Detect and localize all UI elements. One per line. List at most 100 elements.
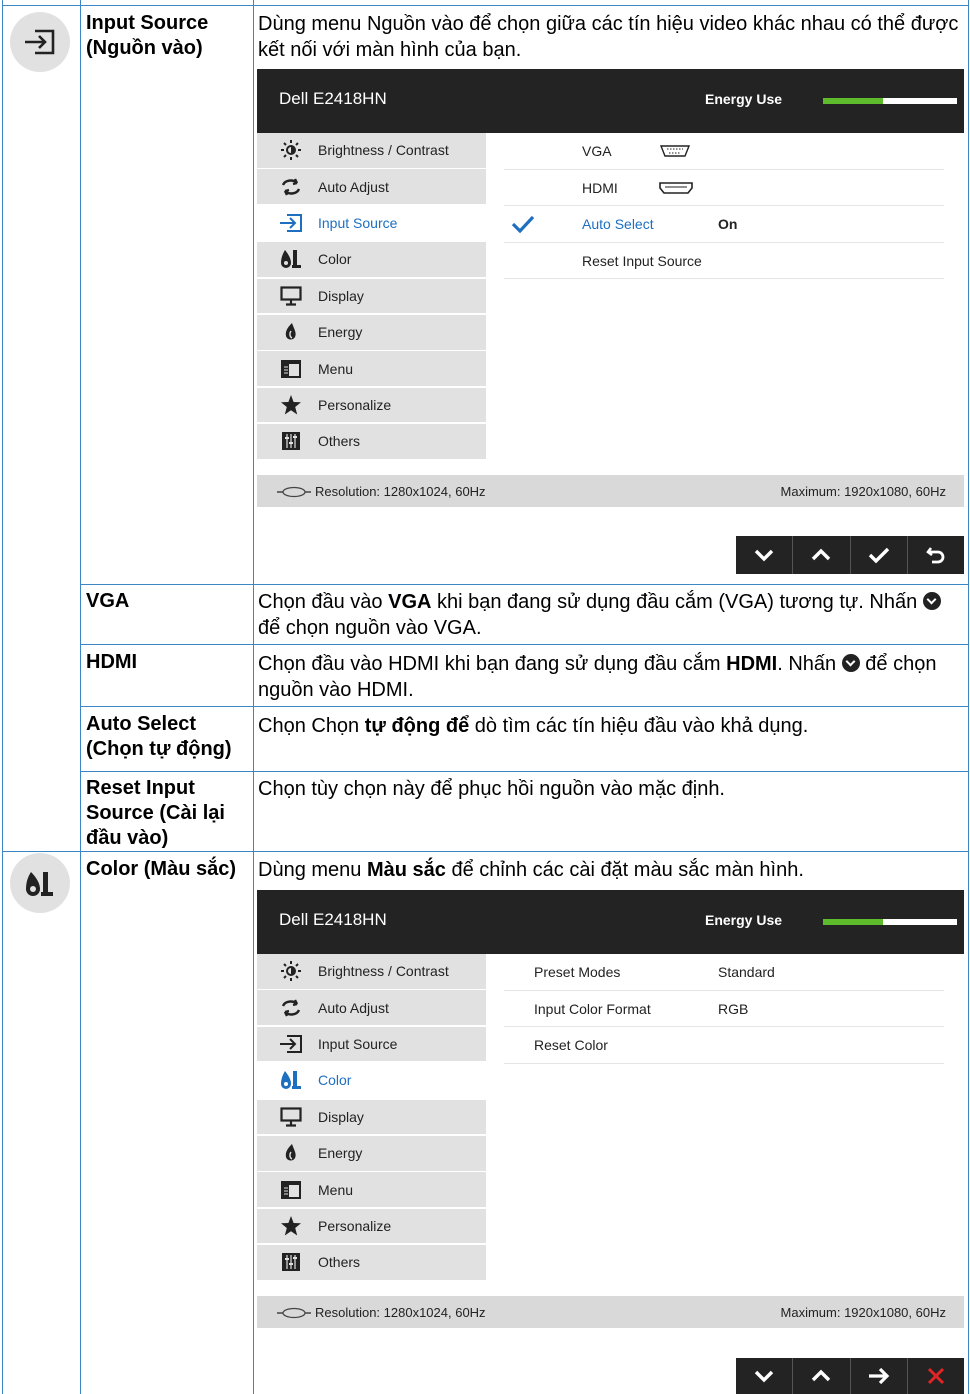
- menu-item-brightness-contrast[interactable]: Brightness / Contrast: [257, 954, 486, 989]
- text-bold: HDMI: [726, 653, 778, 675]
- input-source-icon: [10, 12, 70, 72]
- text: Dùng menu: [258, 859, 367, 881]
- menu-item-color[interactable]: Color: [257, 1063, 486, 1098]
- menu-item-energy[interactable]: Energy: [257, 1135, 486, 1171]
- auto-adjust-icon: [279, 176, 303, 198]
- text-bold: VGA: [388, 591, 432, 613]
- monitor-model: Dell E2418HN: [279, 910, 387, 929]
- table-border-right: [968, 0, 969, 1394]
- row-label-auto-select: Auto Select (Chọn tự động): [86, 713, 232, 760]
- ok-button[interactable]: [849, 536, 907, 574]
- table-border-col2: [253, 0, 254, 1394]
- menu-icon: [279, 358, 303, 380]
- energy-use-bar: [823, 919, 957, 925]
- menu-item-auto-adjust[interactable]: Auto Adjust: [257, 990, 486, 1025]
- menu-item-brightness-contrast[interactable]: Brightness / Contrast: [257, 133, 486, 168]
- star-icon: [279, 394, 303, 416]
- close-icon: [927, 1367, 944, 1385]
- submenu-item-hdmi[interactable]: HDMI: [504, 170, 944, 206]
- menu-item-others[interactable]: Others: [257, 1245, 486, 1280]
- color-icon: [10, 853, 70, 913]
- chevron-down-icon: [754, 549, 774, 562]
- energy-icon: [279, 321, 303, 343]
- maximum-resolution-text: Maximum: 1920x1080, 60Hz: [780, 484, 946, 499]
- resolution-text: Resolution: 1280x1024, 60Hz: [315, 484, 486, 499]
- osd-body: Brightness / Contrast Auto Adjust Input So…: [257, 954, 964, 1296]
- osd-header: Dell E2418HN Energy Use: [257, 890, 964, 954]
- text: khi bạn đang sử dụng đầu cắm (VGA) tương…: [431, 591, 923, 613]
- row-divider: [80, 771, 969, 772]
- right-button[interactable]: [849, 1358, 907, 1394]
- row-label-vga: VGA: [86, 590, 130, 612]
- others-icon: [279, 1251, 303, 1273]
- check-icon: [510, 214, 536, 237]
- submenu-item-label: HDMI: [582, 179, 618, 196]
- submenu-item-reset-input-source[interactable]: Reset Input Source: [504, 243, 944, 279]
- chevron-down-icon: [754, 1370, 774, 1383]
- osd-buttons: [736, 1358, 964, 1394]
- row-label-reset-input-source: Reset Input Source (Cài lại đầu vào): [86, 777, 225, 849]
- arrow-right-icon: [868, 1367, 889, 1385]
- back-button[interactable]: [906, 536, 964, 574]
- energy-use-label: Energy Use: [705, 912, 783, 928]
- down-button[interactable]: [736, 536, 792, 574]
- menu-item-auto-adjust[interactable]: Auto Adjust: [257, 169, 486, 204]
- menu-item-label: Menu: [318, 1181, 354, 1198]
- submenu-item-preset-modes[interactable]: Preset Modes Standard: [504, 954, 944, 991]
- menu-item-others[interactable]: Others: [257, 424, 486, 459]
- text: Chọn đầu vào HDMI khi bạn đang sử dụng đ…: [258, 653, 727, 675]
- submenu-item-label: Reset Input Source: [582, 252, 702, 269]
- submenu-item-reset-color[interactable]: Reset Color: [504, 1027, 944, 1064]
- text: để chọn nguồn vào VGA.: [258, 617, 482, 639]
- row-divider: [2, 851, 969, 852]
- osd-submenu: VGA HDMI Auto Select On Reset Input Sour…: [504, 133, 944, 279]
- menu-item-label: Color: [318, 251, 352, 268]
- submenu-item-vga[interactable]: VGA: [504, 133, 944, 170]
- osd-submenu: Preset Modes Standard Input Color Format…: [504, 954, 944, 1064]
- section-description-input-source: Dùng menu Nguồn vào để chọn giữa các tín…: [258, 13, 959, 61]
- menu-item-personalize[interactable]: Personalize: [257, 387, 486, 423]
- section-description-color: Dùng menu Màu sắc để chỉnh các cài đặt m…: [258, 857, 963, 883]
- brightness-icon: [279, 960, 303, 982]
- text: Chọn Chọn: [258, 715, 365, 737]
- row-divider: [80, 584, 969, 585]
- section-label-input-source: Input Source (Nguồn vào): [86, 12, 209, 59]
- exit-button[interactable]: [906, 1358, 964, 1394]
- row-description-reset-input-source: Chọn tùy chọn này để phục hồi nguồn vào …: [258, 778, 725, 800]
- menu-item-label: Auto Adjust: [318, 178, 389, 195]
- osd-buttons: [736, 536, 964, 574]
- row-description-vga: Chọn đầu vào VGA khi bạn đang sử dụng đầ…: [258, 589, 963, 641]
- monitor-model: Dell E2418HN: [279, 89, 387, 108]
- submenu-item-auto-select[interactable]: Auto Select On: [504, 206, 944, 243]
- up-button[interactable]: [792, 536, 849, 574]
- hdmi-port-icon: [658, 181, 694, 198]
- display-icon: [279, 1106, 303, 1128]
- check-icon: [868, 547, 889, 564]
- brightness-icon: [279, 139, 303, 161]
- menu-item-display[interactable]: Display: [257, 1099, 486, 1135]
- section-label-color: Color (Màu sắc): [86, 858, 237, 880]
- up-button[interactable]: [792, 1358, 849, 1394]
- down-bullet-icon: [922, 592, 941, 610]
- text: . Nhấn: [777, 653, 842, 675]
- menu-item-display[interactable]: Display: [257, 278, 486, 314]
- submenu-item-input-color-format[interactable]: Input Color Format RGB: [504, 991, 944, 1027]
- menu-item-label: Others: [318, 433, 361, 450]
- submenu-item-value: RGB: [718, 1000, 749, 1017]
- menu-item-menu[interactable]: Menu: [257, 1172, 486, 1207]
- menu-item-label: Input Source: [318, 215, 398, 232]
- menu-item-menu[interactable]: Menu: [257, 351, 486, 386]
- input-source-icon: [279, 212, 303, 234]
- chevron-up-icon: [812, 548, 831, 561]
- osd-status-bar: Resolution: 1280x1024, 60Hz Maximum: 192…: [257, 475, 964, 507]
- maximum-resolution-text: Maximum: 1920x1080, 60Hz: [780, 1305, 946, 1320]
- menu-item-energy[interactable]: Energy: [257, 314, 486, 350]
- menu-item-input-source[interactable]: Input Source: [257, 1026, 486, 1062]
- menu-item-input-source[interactable]: Input Source: [257, 205, 486, 241]
- menu-item-color[interactable]: Color: [257, 242, 486, 277]
- down-button[interactable]: [736, 1358, 792, 1394]
- menu-item-label: Energy: [318, 1145, 363, 1162]
- row-label-hdmi: HDMI: [86, 651, 138, 673]
- menu-item-label: Personalize: [318, 397, 392, 414]
- menu-item-personalize[interactable]: Personalize: [257, 1208, 486, 1244]
